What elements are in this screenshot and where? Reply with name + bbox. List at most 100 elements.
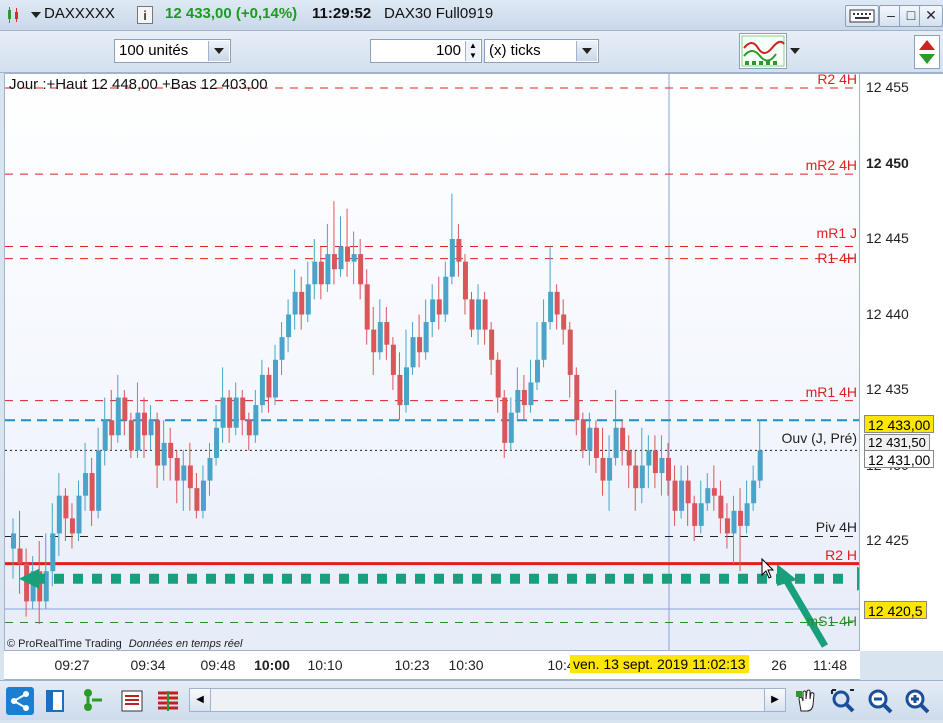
candle-body — [593, 427, 599, 458]
candle-body — [626, 450, 632, 466]
keyboard-icon[interactable] — [845, 5, 879, 27]
chevron-down-icon[interactable] — [576, 41, 597, 61]
current-price-box: 12 433,00 — [864, 415, 935, 433]
candle-body — [659, 457, 665, 474]
candle-body — [11, 533, 16, 549]
candle-body — [233, 397, 239, 428]
candle-body — [345, 246, 351, 262]
candle-body — [122, 397, 128, 421]
candle-body — [685, 480, 691, 504]
candle-body — [711, 488, 717, 496]
candle-body — [155, 420, 161, 466]
candle-body — [76, 495, 82, 534]
ticks-input[interactable]: 100 ▲ ▼ — [370, 39, 482, 63]
time-axis[interactable]: 09:27 09:34 09:48 10:00 10:10 10:23 10:30 10:4 2… — [4, 651, 860, 680]
close-button[interactable]: ✕ — [919, 5, 943, 27]
zoom-out-icon[interactable] — [866, 687, 894, 715]
candle-body — [305, 284, 311, 315]
candle-body — [757, 450, 763, 481]
ticks-unit-select[interactable]: (x) ticks — [484, 39, 599, 63]
candle-body — [489, 329, 495, 360]
candle-body — [410, 337, 416, 368]
ticks-unit-value: (x) ticks — [489, 42, 541, 59]
time-label: 09:27 — [54, 657, 90, 673]
candle-body — [580, 420, 586, 451]
candle-body — [377, 322, 383, 353]
scroll-right-icon[interactable]: ▶ — [764, 689, 785, 711]
price-tick: 12 425 — [866, 532, 909, 548]
grid-icon[interactable] — [154, 687, 182, 715]
horizontal-scrollbar[interactable]: ◀ ▶ — [189, 688, 786, 712]
candle-body — [96, 450, 102, 511]
chart-info-line: Jour :+Haut 12 448,00 +Bas 12 403,00 — [9, 76, 268, 93]
candle-body — [751, 480, 757, 504]
window-icon[interactable] — [42, 687, 70, 715]
candle-body — [253, 405, 259, 436]
chevron-down-icon[interactable] — [208, 41, 229, 61]
candle-body — [548, 291, 554, 323]
crosshair-date-label: ven. 13 sept. 2019 11:02:13 — [570, 655, 749, 673]
candle-body — [358, 254, 364, 285]
candle-body — [371, 329, 377, 353]
list-icon[interactable] — [118, 687, 146, 715]
candlestick-chart[interactable] — [5, 74, 860, 651]
copyright-text: © ProRealTime Trading — [7, 638, 122, 650]
level-label: R1 4H — [817, 249, 857, 266]
candle-body — [384, 322, 390, 345]
candle-body — [207, 457, 213, 481]
candle-body — [351, 254, 357, 262]
symbol-name[interactable]: DAXXXXX — [44, 5, 115, 22]
candle-body — [279, 337, 285, 360]
candle-body — [89, 473, 95, 511]
hand-icon[interactable] — [793, 687, 821, 715]
candle-body — [135, 412, 141, 451]
candle-body — [462, 261, 468, 300]
level-label: Piv 4H — [815, 519, 857, 536]
share-icon[interactable] — [6, 687, 34, 715]
bottom-toolbar: ◀ ▶ — [0, 680, 943, 720]
candle-body — [738, 510, 744, 526]
zoom-fit-icon[interactable] — [829, 687, 857, 715]
candle-body — [404, 367, 409, 406]
candle-body — [390, 344, 396, 375]
candle-body — [128, 420, 134, 451]
candle-body — [508, 412, 514, 443]
units-select[interactable]: 100 unités — [114, 39, 231, 63]
indicator-chart-icon[interactable] — [739, 33, 787, 69]
tree-icon[interactable] — [80, 687, 108, 715]
indicator-dropdown-icon[interactable] — [790, 48, 800, 54]
candle-body — [286, 314, 292, 338]
candle-body — [744, 503, 750, 526]
candle-body — [56, 495, 62, 534]
candle-body — [430, 299, 436, 323]
price-chart[interactable]: Jour :+Haut 12 448,00 +Bas 12 403,00 © P… — [4, 73, 860, 651]
time-label: 10:10 — [307, 657, 343, 673]
order-arrows-icon[interactable] — [914, 35, 940, 69]
level-label: mR2 4H — [805, 157, 857, 174]
candle-body — [646, 450, 652, 466]
units-select-value: 100 unités — [119, 42, 189, 59]
zoom-in-icon[interactable] — [903, 687, 931, 715]
candle-body — [482, 299, 488, 330]
candle-body — [515, 390, 521, 413]
candle-body — [607, 457, 613, 481]
candle-body — [574, 374, 580, 421]
candle-body — [423, 322, 429, 353]
price-axis[interactable]: 12 45512 45012 44512 44012 43512 43012 4… — [860, 73, 943, 651]
candle-body — [299, 291, 305, 315]
candle-body — [476, 299, 482, 330]
annotation-pointer-head — [777, 564, 797, 586]
symbol-dropdown-icon[interactable] — [31, 12, 41, 18]
level-label: Ouv (J, Pré) — [781, 430, 857, 447]
info-icon[interactable]: i — [137, 6, 153, 24]
ticks-input-value: 100 — [435, 42, 461, 59]
candle-body — [161, 442, 167, 466]
candle-body — [397, 374, 403, 406]
candle-body — [181, 465, 187, 481]
candle-body — [174, 457, 180, 481]
time-label: 09:34 — [130, 657, 166, 673]
contract-name: DAX30 Full0919 — [384, 5, 494, 22]
scroll-left-icon[interactable]: ◀ — [190, 689, 211, 711]
candle-body — [259, 374, 265, 406]
spinner-icon[interactable]: ▲ ▼ — [465, 41, 480, 61]
